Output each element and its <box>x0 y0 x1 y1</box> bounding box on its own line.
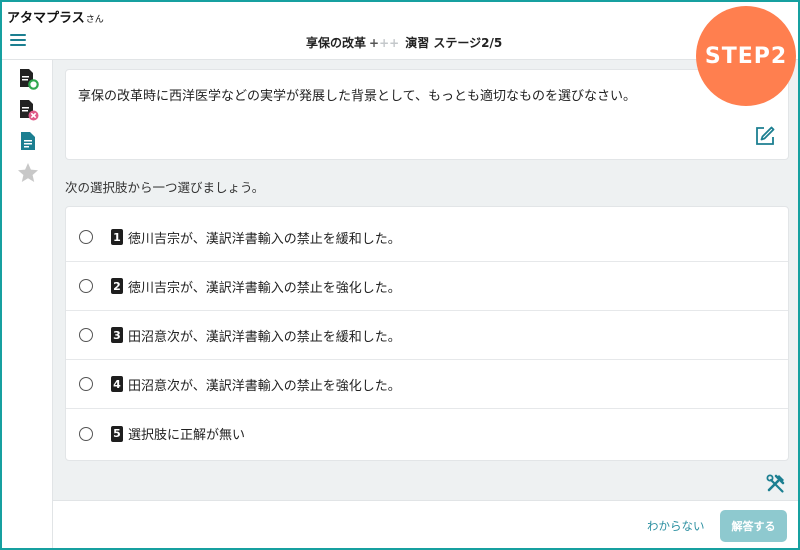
choice-option-5[interactable]: 5 選択肢に正解が無い <box>66 409 788 458</box>
choice-option-3[interactable]: 3 田沼意次が、漢訳洋書輸入の禁止を緩和した。 <box>66 311 788 360</box>
user-name-text: アタマプラス <box>7 11 85 26</box>
choice-number: 3 <box>111 327 123 343</box>
choice-number: 1 <box>111 229 123 245</box>
radio-button[interactable] <box>79 230 93 244</box>
choice-option-1[interactable]: 1 徳川吉宗が、漢訳洋書輸入の禁止を緩和した。 <box>66 213 788 262</box>
unit-title: 享保の改革 <box>306 36 367 50</box>
page-title: 享保の改革 +++ 演習 ステージ2/5 <box>306 34 502 51</box>
app-frame: アタマプラスさん 享保の改革 +++ 演習 ステージ2/5 STEP2 享保の改… <box>0 0 800 550</box>
document-icon[interactable] <box>16 129 40 153</box>
choice-option-2[interactable]: 2 徳川吉宗が、漢訳洋書輸入の禁止を強化した。 <box>66 262 788 311</box>
step-badge: STEP2 <box>696 6 796 106</box>
submit-answer-button[interactable]: 解答する <box>720 510 787 542</box>
instruction-text: 次の選択肢から一つ選びましょう。 <box>65 180 265 195</box>
sidebar <box>2 60 53 548</box>
tools-icon[interactable] <box>765 472 787 494</box>
top-bar: アタマプラスさん 享保の改革 +++ 演習 ステージ2/5 <box>2 2 798 60</box>
question-card: 享保の改革時に西洋医学などの実学が発展した背景として、もっとも適切なものを選びな… <box>65 69 789 160</box>
user-name: アタマプラスさん <box>7 7 104 26</box>
choice-text: 徳川吉宗が、漢訳洋書輸入の禁止を緩和した。 <box>128 231 401 247</box>
choice-option-4[interactable]: 4 田沼意次が、漢訳洋書輸入の禁止を強化した。 <box>66 360 788 409</box>
choice-text: 田沼意次が、漢訳洋書輸入の禁止を強化した。 <box>128 378 401 394</box>
radio-button[interactable] <box>79 328 93 342</box>
choice-number: 4 <box>111 376 123 392</box>
choice-text: 選択肢に正解が無い <box>128 428 246 443</box>
progress-plus-filled: + <box>369 36 380 50</box>
radio-button[interactable] <box>79 377 93 391</box>
correct-notes-icon[interactable] <box>16 67 40 91</box>
stage-label: 演習 ステージ2/5 <box>405 36 503 50</box>
choice-text: 田沼意次が、漢訳洋書輸入の禁止を緩和した。 <box>128 329 401 345</box>
user-honorific: さん <box>85 15 104 25</box>
radio-button[interactable] <box>79 426 93 441</box>
wrong-notes-icon[interactable] <box>16 98 40 122</box>
choices-list: 1 徳川吉宗が、漢訳洋書輸入の禁止を緩和した。 2 徳川吉宗が、漢訳洋書輸入の禁… <box>65 206 789 461</box>
star-icon[interactable] <box>16 161 40 185</box>
radio-button[interactable] <box>79 279 93 293</box>
edit-memo-icon[interactable] <box>754 125 776 147</box>
bottom-bar: わからない 解答する <box>53 500 798 548</box>
choice-number: 5 <box>111 425 123 442</box>
question-text: 享保の改革時に西洋医学などの実学が発展した背景として、もっとも適切なものを選びな… <box>78 89 636 104</box>
choice-number: 2 <box>111 278 123 294</box>
progress-plus-empty: ++ <box>379 36 400 50</box>
hamburger-menu-icon[interactable] <box>10 34 28 48</box>
dont-know-link[interactable]: わからない <box>647 518 705 534</box>
choice-text: 徳川吉宗が、漢訳洋書輸入の禁止を強化した。 <box>128 280 401 296</box>
